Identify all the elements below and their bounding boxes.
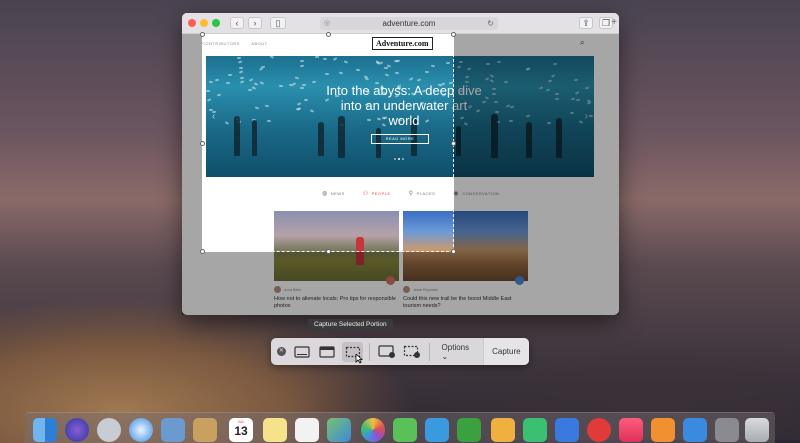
selection-handle-bottom-left[interactable] <box>200 249 205 254</box>
address-bar[interactable]: ◎ adventure.com ↻ <box>320 16 498 30</box>
selection-handle-top-left[interactable] <box>200 32 205 37</box>
siri-icon[interactable] <box>65 418 89 442</box>
selection-handle-right[interactable] <box>451 141 456 146</box>
books-icon[interactable] <box>651 418 675 442</box>
record-screen-icon <box>378 345 395 358</box>
finder-icon[interactable] <box>33 418 57 442</box>
capture-entire-screen-button[interactable] <box>292 342 313 362</box>
mail-icon[interactable] <box>161 418 185 442</box>
app-store-icon[interactable] <box>683 418 707 442</box>
record-entire-screen-button[interactable] <box>376 342 397 362</box>
launchpad-icon[interactable] <box>97 418 121 442</box>
chevron-down-icon: ⌄ <box>441 351 449 361</box>
sidebar-icon[interactable]: ▯ <box>270 17 286 29</box>
reminders-icon[interactable] <box>295 418 319 442</box>
calendar-icon[interactable]: JUL 13 <box>229 418 253 442</box>
phone-icon[interactable] <box>457 418 481 442</box>
record-selection-icon <box>403 345 420 358</box>
safari-icon[interactable] <box>129 418 153 442</box>
maps-icon[interactable] <box>327 418 351 442</box>
photos-icon[interactable] <box>361 418 385 442</box>
title-bar: ‹ › ▯ ◎ adventure.com ↻ ⇪ ❐ + <box>182 13 619 34</box>
shield-icon: ◎ <box>324 20 331 27</box>
notes-icon[interactable] <box>263 418 287 442</box>
selection-handle-left[interactable] <box>200 141 205 146</box>
selection-handle-bottom-right[interactable] <box>451 249 456 254</box>
capture-button[interactable]: Capture <box>482 338 529 365</box>
selection-dim-left <box>182 34 202 315</box>
zoom-window-button[interactable] <box>212 19 220 27</box>
contacts-icon[interactable] <box>193 418 217 442</box>
reload-icon[interactable]: ↻ <box>487 19 494 28</box>
pages-icon[interactable] <box>491 418 515 442</box>
selection-rectangle[interactable] <box>202 34 454 252</box>
screenshot-toolbar: ✕ Options ⌄ Capture <box>271 338 529 365</box>
music-icon[interactable] <box>619 418 643 442</box>
close-window-button[interactable] <box>188 19 196 27</box>
minimize-window-button[interactable] <box>200 19 208 27</box>
selection-handle-top-right[interactable] <box>451 32 456 37</box>
window-icon <box>319 345 336 358</box>
tooltip: Capture Selected Portion <box>308 319 393 330</box>
options-menu[interactable]: Options ⌄ <box>436 343 483 361</box>
selection-handle-top[interactable] <box>326 32 331 37</box>
divider <box>428 342 430 361</box>
trash-icon[interactable] <box>745 418 769 442</box>
messages-icon[interactable] <box>393 418 417 442</box>
dock: JUL 13 <box>25 412 775 443</box>
url-text: adventure.com <box>382 18 436 28</box>
system-preferences-icon[interactable] <box>715 418 739 442</box>
record-selected-portion-button[interactable] <box>401 342 422 362</box>
facetime-icon[interactable] <box>425 418 449 442</box>
capture-selected-portion-button[interactable] <box>342 341 364 364</box>
cursor-icon <box>355 353 364 364</box>
capture-selected-window-button[interactable] <box>317 342 338 362</box>
new-tab-icon[interactable]: + <box>611 17 617 28</box>
selection-dim-bottom <box>202 252 454 315</box>
screen-icon <box>294 345 310 358</box>
close-icon[interactable]: ✕ <box>277 347 286 356</box>
chevron-right-icon[interactable]: › <box>248 17 262 29</box>
selection-handle-bottom[interactable] <box>326 249 331 254</box>
keynote-icon[interactable] <box>555 418 579 442</box>
divider <box>369 342 371 361</box>
chevron-left-icon[interactable]: ‹ <box>230 17 244 29</box>
selection-dim-right <box>454 34 619 315</box>
share-icon[interactable]: ⇪ <box>579 17 593 29</box>
news-icon[interactable] <box>587 418 611 442</box>
numbers-icon[interactable] <box>523 418 547 442</box>
